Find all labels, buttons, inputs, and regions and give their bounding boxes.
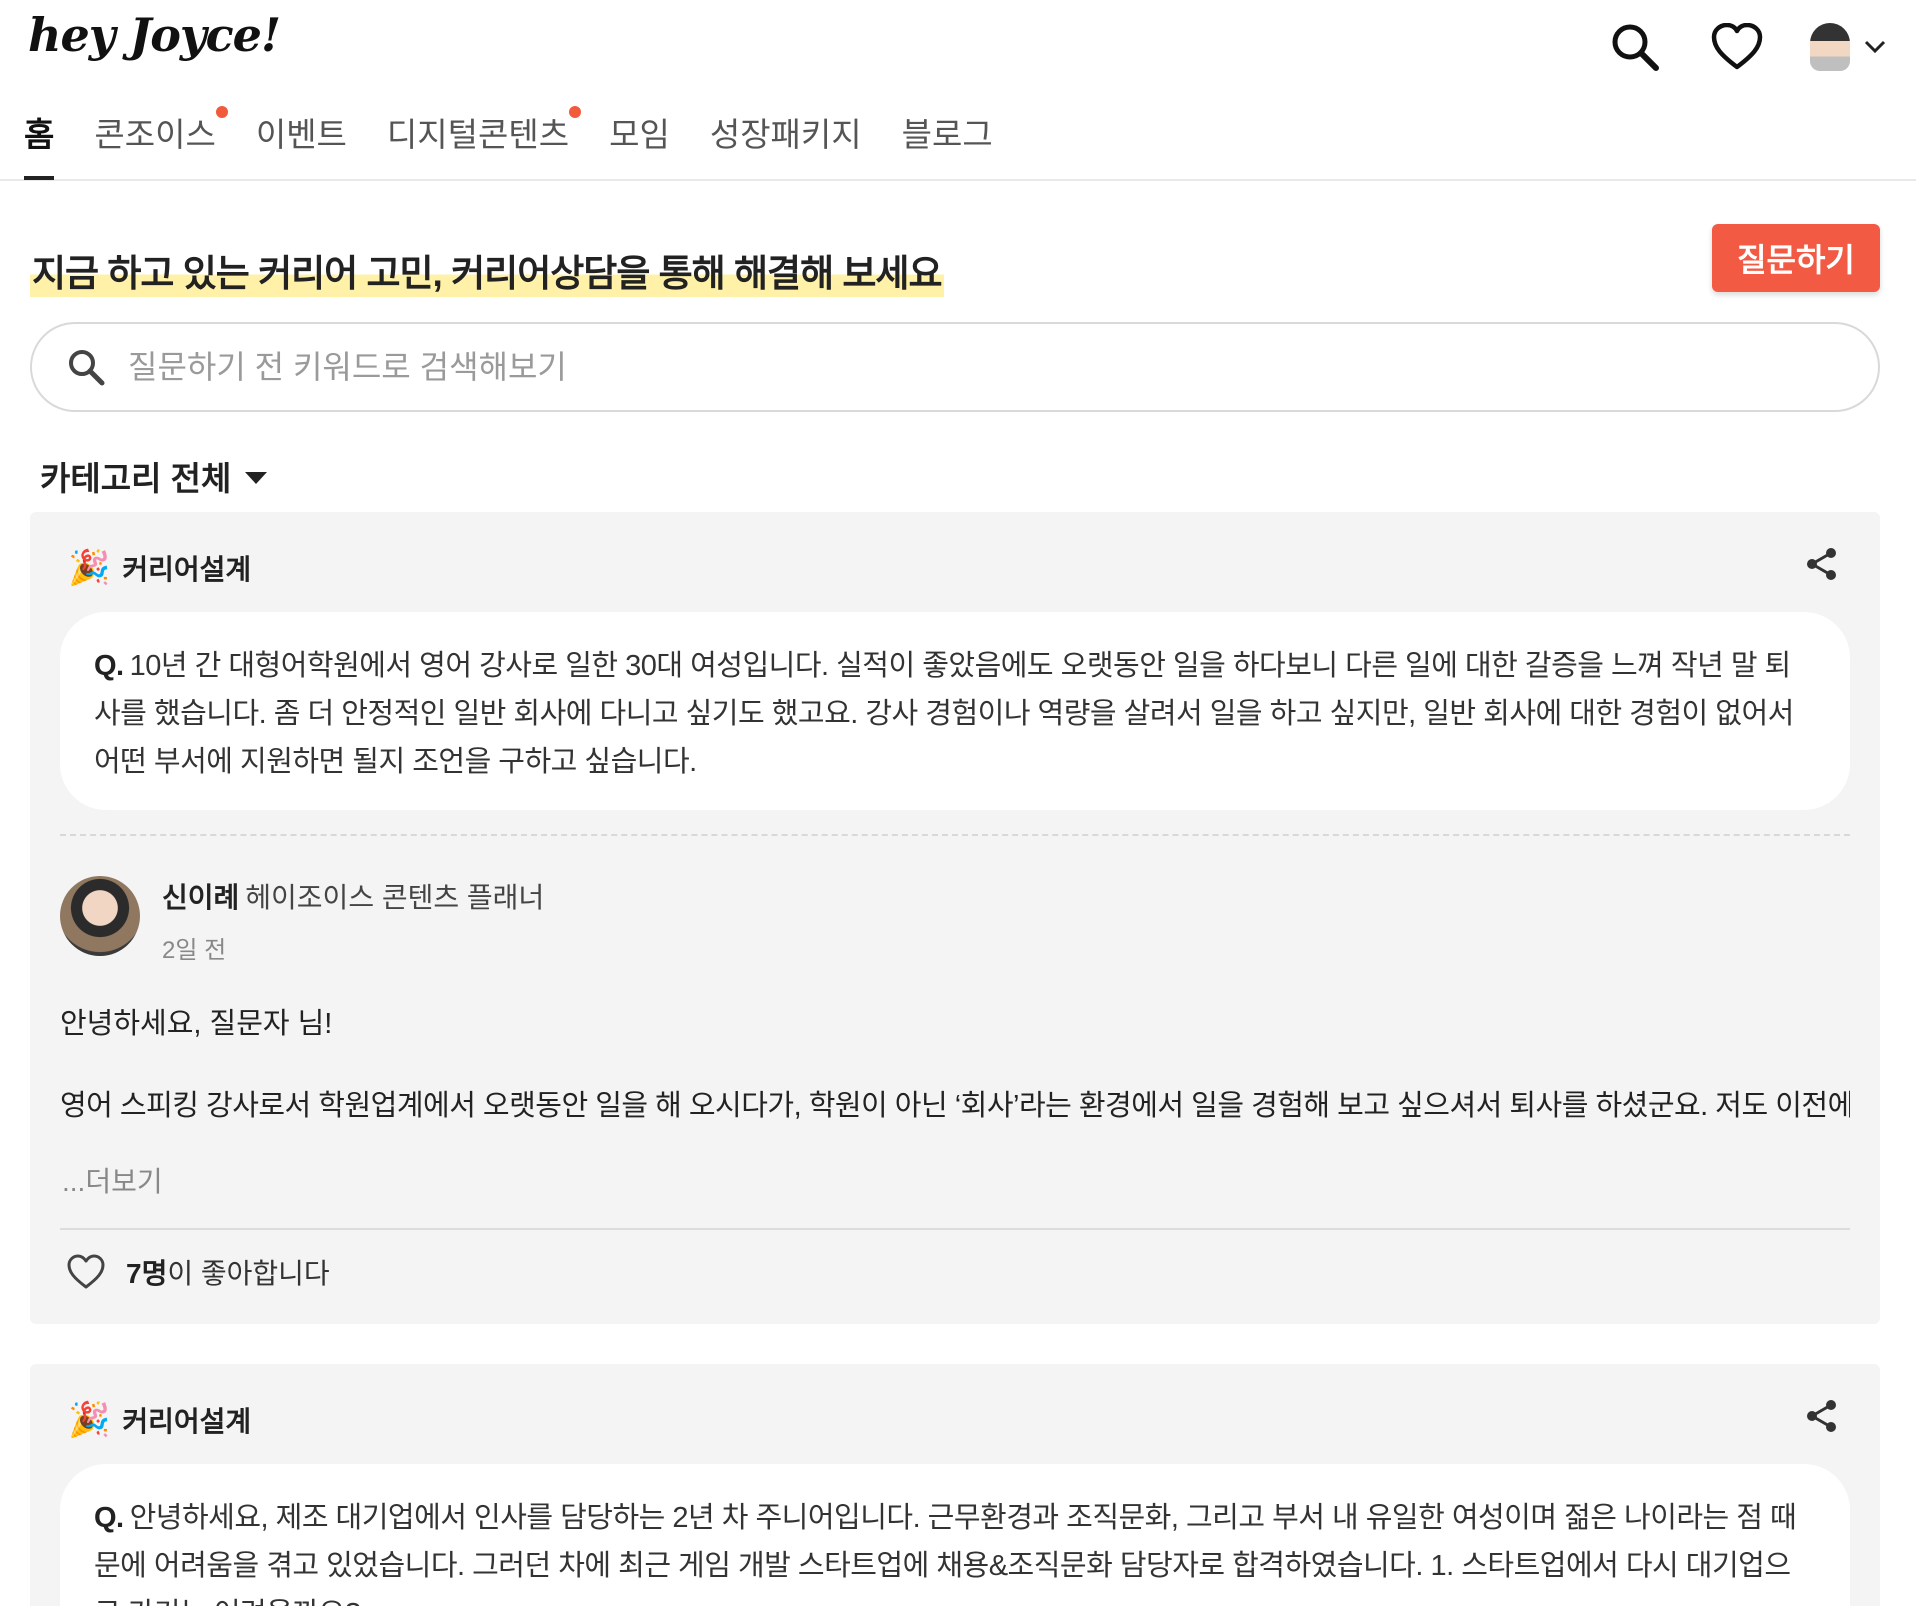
answer-greeting: 안녕하세요, 질문자 님!: [60, 1008, 333, 1040]
category-filter-dropdown[interactable]: 카테고리 전체: [40, 452, 268, 500]
search-input[interactable]: [128, 348, 1828, 386]
question-mark: Q.: [94, 650, 124, 682]
divider: [60, 1228, 1850, 1230]
question-box[interactable]: Q. 10년 간 대형어학원에서 영어 강사로 일한 30대 여성입니다. 실적이…: [60, 612, 1850, 810]
category-filter-label: 카테고리 전체: [40, 460, 232, 497]
heart-icon[interactable]: [66, 1254, 106, 1290]
top-header: hey Joyce! 홈 콘조이스 이벤트 디지털콘텐츠 모임 성장패키지 블로…: [0, 0, 1916, 181]
question-text: 안녕하세요, 제조 대기업에서 인사를 담당하는 2년 차 주니어입니다. 근무…: [94, 1502, 1797, 1606]
likes-label: 이 좋아합니다: [167, 1258, 330, 1289]
share-icon[interactable]: [1804, 1398, 1840, 1439]
ask-question-button[interactable]: 질문하기: [1712, 224, 1880, 292]
main-nav: 홈 콘조이스 이벤트 디지털콘텐츠 모임 성장패키지 블로그: [24, 106, 993, 180]
header-actions: [1606, 18, 1886, 76]
answer-author: 신이례 헤이조이스 콘텐츠 플래너 2일 전: [60, 876, 544, 965]
nav-item-growth-package[interactable]: 성장패키지: [710, 108, 862, 180]
nav-item-digital-content[interactable]: 디지털콘텐츠: [387, 106, 582, 180]
question-box[interactable]: Q. 안녕하세요, 제조 대기업에서 인사를 담당하는 2년 차 주니어입니다. …: [60, 1464, 1850, 1606]
likes-count: 7명: [126, 1258, 168, 1289]
author-title: 헤이조이스 콘텐츠 플래너: [245, 882, 545, 913]
search-icon: [69, 350, 105, 386]
avatar: [1810, 23, 1850, 71]
nav-item-conjoyce[interactable]: 콘조이스: [94, 106, 228, 180]
likes-row: 7명이 좋아합니다: [66, 1252, 330, 1292]
new-badge-dot: [215, 106, 228, 118]
heart-icon[interactable]: [1708, 18, 1766, 76]
nav-item-home[interactable]: 홈: [24, 108, 55, 180]
app: hey Joyce! 홈 콘조이스 이벤트 디지털콘텐츠 모임 성장패키지 블로…: [0, 0, 1916, 1606]
party-popper-icon: 🎉: [68, 1401, 111, 1439]
nav-item-event[interactable]: 이벤트: [256, 108, 347, 180]
divider: [60, 834, 1850, 836]
card-category: 🎉 커리어설계: [68, 548, 251, 588]
author-name: 신이례: [162, 882, 240, 913]
new-badge-dot: [569, 106, 582, 118]
read-more-link[interactable]: ...더보기: [62, 1160, 163, 1200]
profile-menu[interactable]: [1810, 23, 1886, 71]
brand-logo[interactable]: hey Joyce!: [28, 8, 281, 62]
party-popper-icon: 🎉: [68, 549, 111, 587]
share-icon[interactable]: [1804, 546, 1840, 587]
search-bar[interactable]: [30, 322, 1880, 412]
question-mark: Q.: [94, 1502, 124, 1534]
card-category-label: 커리어설계: [122, 554, 252, 585]
card-category-label: 커리어설계: [122, 1406, 252, 1437]
search-icon[interactable]: [1606, 18, 1664, 76]
avatar: [60, 876, 140, 956]
qa-card: 🎉 커리어설계 Q. 안녕하세요, 제조 대기업에서 인사를 담당하는 2년 차 …: [30, 1364, 1880, 1606]
nav-item-blog[interactable]: 블로그: [902, 108, 993, 180]
page-headline: 지금 하고 있는 커리어 고민, 커리어상담을 통해 해결해 보세요: [30, 243, 944, 297]
chevron-down-icon: [1864, 40, 1886, 54]
caret-down-icon: [245, 472, 268, 484]
nav-item-meetup[interactable]: 모임: [609, 108, 670, 180]
question-text: 10년 간 대형어학원에서 영어 강사로 일한 30대 여성입니다. 실적이 좋…: [94, 650, 1794, 778]
answer-preview: 영어 스피킹 강사로서 학원업계에서 오랫동안 일을 해 오시다가, 학원이 아…: [60, 1090, 1850, 1122]
answer-timestamp: 2일 전: [162, 937, 227, 964]
card-category: 🎉 커리어설계: [68, 1400, 251, 1440]
qa-card: 🎉 커리어설계 Q. 10년 간 대형어학원에서 영어 강사로 일한 30대 여성…: [30, 512, 1880, 1324]
